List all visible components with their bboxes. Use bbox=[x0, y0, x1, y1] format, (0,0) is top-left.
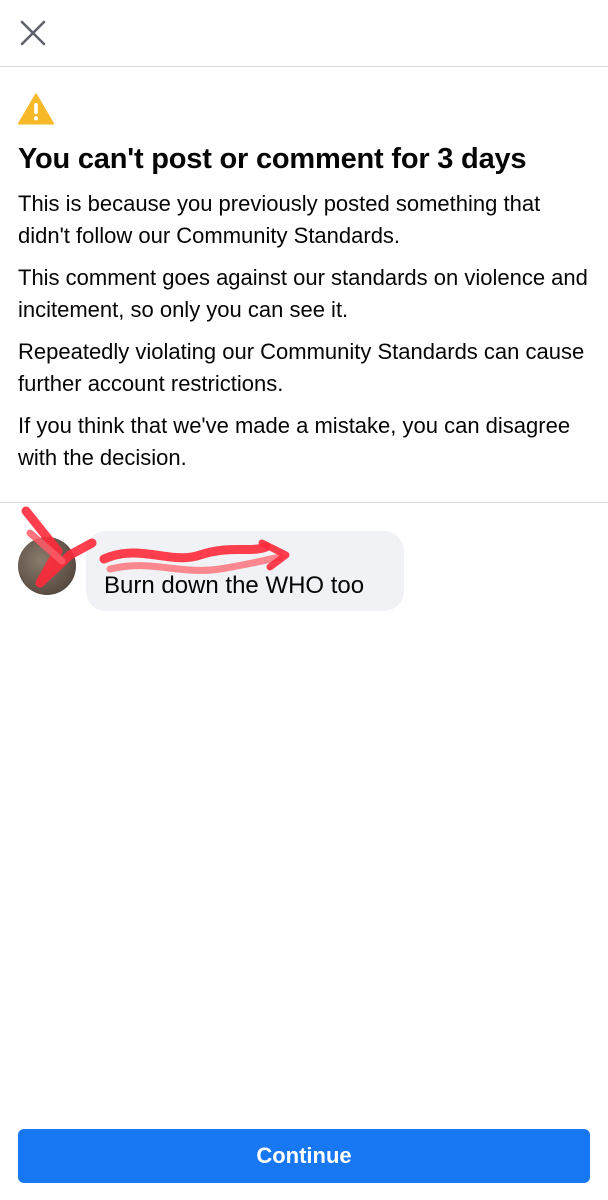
close-icon bbox=[20, 20, 46, 46]
top-bar bbox=[0, 0, 608, 67]
notice-paragraph-3: Repeatedly violating our Community Stand… bbox=[18, 339, 585, 396]
notice-paragraph-1: This is because you previously posted so… bbox=[18, 191, 541, 248]
comment-bubble: Burn down the WHO too bbox=[86, 531, 404, 611]
notice-title: You can't post or comment for 3 days bbox=[18, 143, 527, 175]
notice-paragraph-2: This comment goes against our standards … bbox=[18, 265, 588, 322]
avatar bbox=[18, 537, 76, 595]
warning-icon bbox=[18, 93, 54, 125]
comment-text: Burn down the WHO too bbox=[104, 572, 365, 599]
continue-button[interactable]: Continue bbox=[18, 1129, 590, 1183]
close-button[interactable] bbox=[14, 14, 52, 52]
notice-paragraph-4: If you think that we've made a mistake, … bbox=[18, 413, 571, 470]
notice-content: You can't post or comment for 3 days Thi… bbox=[0, 67, 608, 474]
comment-preview: Burn down the WHO too bbox=[0, 503, 608, 623]
restriction-notice-screen: You can't post or comment for 3 days Thi… bbox=[0, 0, 608, 1200]
